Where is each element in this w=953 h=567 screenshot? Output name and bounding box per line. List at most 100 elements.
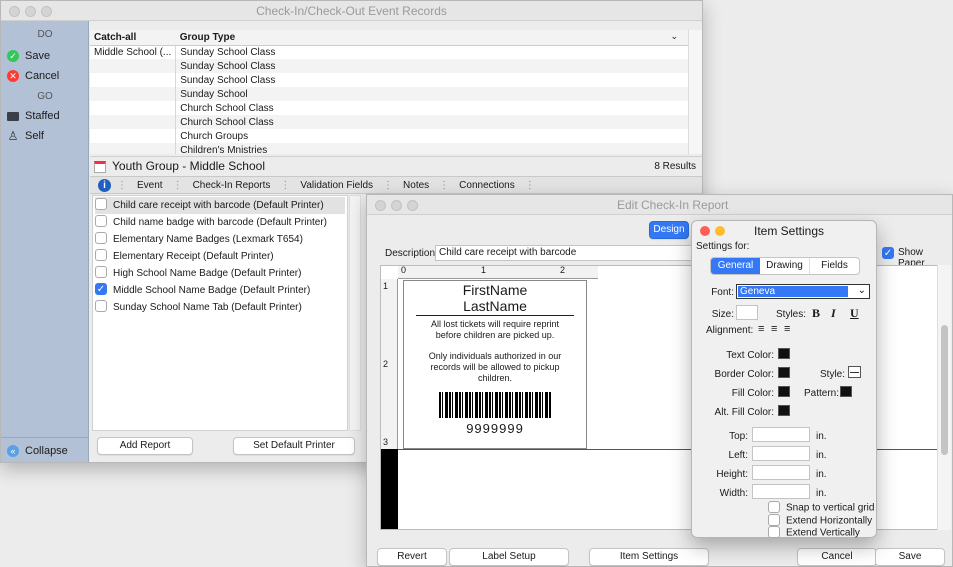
sidebar-item-staffed[interactable]: Staffed (7, 107, 87, 125)
checkbox[interactable] (95, 300, 107, 313)
barcode[interactable] (439, 392, 551, 418)
fill-color-swatch[interactable] (778, 386, 790, 397)
font-select[interactable]: Geneva ⌄ (736, 284, 870, 299)
canvas-scrollbar[interactable] (937, 265, 951, 530)
cancel-button[interactable]: Cancel (797, 548, 877, 566)
sidebar-item-self[interactable]: ♙ Self (7, 127, 87, 145)
label-preview[interactable]: FirstName LastName All lost tickets will… (403, 280, 587, 449)
cell: Church Groups (175, 129, 688, 143)
tab-drawing[interactable]: Drawing (760, 258, 810, 274)
list-item[interactable]: Elementary Name Badges (Lexmark T654) (95, 231, 303, 248)
close-dot[interactable] (9, 6, 20, 17)
minimize-dot[interactable] (25, 6, 36, 17)
cell (90, 73, 176, 87)
checkbox[interactable] (95, 266, 107, 279)
checkbox[interactable] (95, 232, 107, 245)
notice-text-1[interactable]: All lost tickets will require reprint be… (404, 319, 586, 341)
list-item[interactable]: Child name badge with barcode (Default P… (95, 214, 327, 231)
table-row[interactable]: Sunday School (90, 87, 688, 101)
tab-general[interactable]: General (711, 258, 760, 274)
report-label: Elementary Name Badges (Lexmark T654) (113, 234, 303, 245)
table-row[interactable]: Middle School (... Sunday School Class (90, 45, 688, 59)
barcode-number[interactable]: 9999999 (404, 421, 586, 436)
zoom-dot[interactable] (41, 6, 52, 17)
checkbox[interactable] (95, 215, 107, 228)
align-left-icon[interactable]: ≡ (758, 323, 764, 335)
height-input[interactable] (752, 465, 810, 480)
list-item[interactable]: Elementary Receipt (Default Printer) (95, 248, 274, 265)
tab-event[interactable]: Event (127, 180, 173, 191)
tab-validation-fields[interactable]: Validation Fields (290, 180, 383, 191)
size-input[interactable] (736, 305, 758, 320)
align-center-icon[interactable]: ≡ (771, 323, 777, 335)
item-settings-button[interactable]: Item Settings (589, 548, 709, 566)
minimize-dot[interactable] (391, 200, 402, 211)
revert-button[interactable]: Revert (377, 548, 447, 566)
sidebar-item-save[interactable]: ✓ Save (7, 47, 87, 65)
snap-option[interactable]: Snap to vertical grid (768, 501, 874, 514)
table-row[interactable]: Sunday School Class (90, 59, 688, 73)
minimize-button[interactable] (715, 226, 725, 236)
align-right-icon[interactable]: ≡ (784, 323, 790, 335)
sidebar-item-cancel[interactable]: ✕ Cancel (7, 67, 87, 85)
last-name-field[interactable]: LastName (404, 298, 586, 314)
width-input[interactable] (752, 484, 810, 499)
list-item[interactable]: Sunday School Name Tab (Default Printer) (95, 299, 302, 316)
description-input[interactable]: Child care receipt with barcode (435, 245, 695, 261)
pattern-swatch[interactable] (840, 386, 852, 397)
table-row[interactable]: Sunday School Class (90, 73, 688, 87)
column-header-catch-all[interactable]: Catch-all (90, 30, 176, 46)
column-header-group-type[interactable]: Group Type (175, 30, 688, 46)
text-color-label: Text Color: (726, 350, 774, 361)
line-style-swatch[interactable] (848, 366, 861, 378)
underline-button[interactable]: U (850, 306, 859, 321)
checkbox[interactable] (768, 501, 780, 513)
save-button[interactable]: Save (875, 548, 945, 566)
checkbox[interactable] (768, 526, 780, 538)
add-report-button[interactable]: Add Report (97, 437, 193, 455)
list-item[interactable]: ✓ Middle School Name Badge (Default Print… (95, 282, 310, 299)
left-input[interactable] (752, 446, 810, 461)
checkbox[interactable] (95, 198, 107, 211)
checkbox[interactable] (768, 514, 780, 526)
settings-tabs: General Drawing Fields (710, 257, 860, 275)
list-item[interactable]: High School Name Badge (Default Printer) (95, 265, 301, 282)
reports-list: Child care receipt with barcode (Default… (92, 195, 348, 431)
text-color-swatch[interactable] (778, 348, 790, 359)
tab-connections[interactable]: Connections (449, 180, 525, 191)
design-button[interactable]: Design (649, 221, 689, 239)
first-name-field[interactable]: FirstName (404, 282, 586, 298)
table-row[interactable]: Children's Mnistries (90, 143, 688, 154)
border-color-swatch[interactable] (778, 367, 790, 378)
table-row[interactable]: Church School Class (90, 101, 688, 115)
settings-for-label: Settings for: (696, 241, 750, 252)
scroll-thumb[interactable] (941, 325, 948, 455)
extend-vertically-option[interactable]: Extend Vertically (768, 526, 860, 539)
close-button[interactable] (700, 226, 710, 236)
table-row[interactable]: Church School Class (90, 115, 688, 129)
collapse-button[interactable]: « Collapse (7, 442, 87, 460)
list-item[interactable]: Child care receipt with barcode (Default… (95, 197, 345, 214)
bold-button[interactable]: B (812, 306, 820, 321)
top-input[interactable] (752, 427, 810, 442)
table-scrollbar[interactable] (688, 30, 702, 154)
checkbox-checked[interactable]: ✓ (95, 283, 107, 296)
alt-fill-color-swatch[interactable] (778, 405, 790, 416)
show-paper-checkbox[interactable]: ✓ (882, 247, 894, 260)
italic-button[interactable]: I (831, 306, 836, 321)
list-scrollbar[interactable] (349, 195, 361, 431)
notice-text-2[interactable]: Only individuals authorized in our recor… (404, 351, 586, 384)
edit-window-title: Edit Check-In Report (617, 198, 729, 212)
chevron-down-icon[interactable]: ⌄ (670, 31, 678, 42)
tab-fields[interactable]: Fields (810, 258, 859, 274)
set-default-printer-button[interactable]: Set Default Printer (233, 437, 355, 455)
extend-horizontally-option[interactable]: Extend Horizontally (768, 514, 872, 527)
checkbox[interactable] (95, 249, 107, 262)
label-setup-button[interactable]: Label Setup (449, 548, 569, 566)
info-icon[interactable]: i (98, 178, 111, 192)
tab-check-in-reports[interactable]: Check-In Reports (183, 180, 281, 191)
tab-notes[interactable]: Notes (393, 180, 439, 191)
zoom-dot[interactable] (407, 200, 418, 211)
close-dot[interactable] (375, 200, 386, 211)
table-row[interactable]: Church Groups (90, 129, 688, 143)
